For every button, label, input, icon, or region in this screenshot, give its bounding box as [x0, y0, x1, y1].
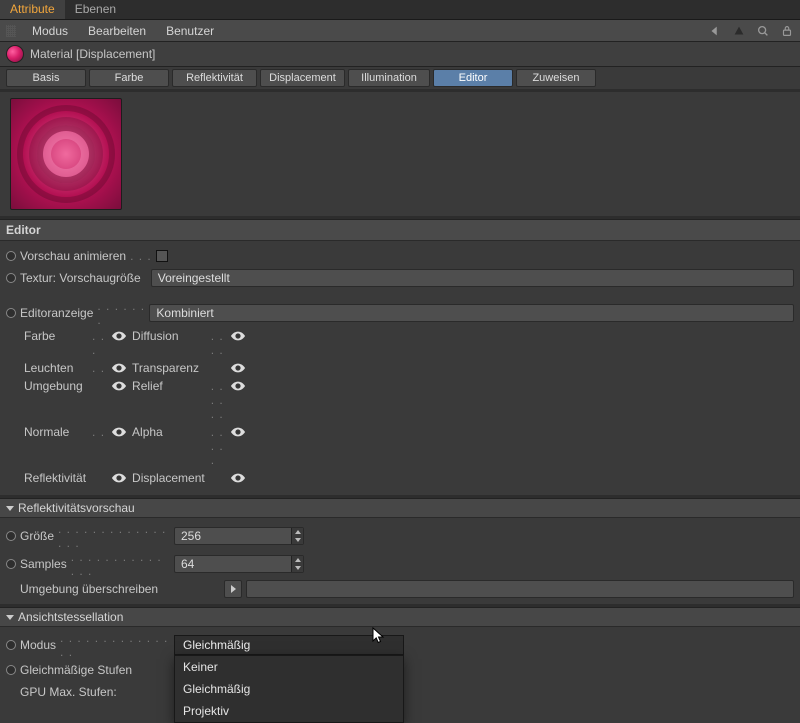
eye-icon[interactable] — [112, 425, 126, 439]
material-preview[interactable] — [10, 98, 122, 210]
animate-preview-checkbox[interactable] — [156, 250, 168, 262]
editor-section-header: Editor — [0, 219, 800, 241]
param-toggle[interactable] — [6, 251, 16, 261]
refl-size-field[interactable]: 256 — [174, 527, 304, 545]
eye-icon[interactable] — [231, 425, 245, 439]
tab-basis[interactable]: Basis — [6, 69, 86, 87]
nav-back-icon[interactable] — [708, 24, 722, 38]
tab-displacement[interactable]: Displacement — [260, 69, 345, 87]
menu-benutzer[interactable]: Benutzer — [156, 24, 224, 38]
env-override-field[interactable] — [246, 580, 794, 598]
top-tab-bar: Attribute Ebenen — [0, 0, 800, 20]
env-override-arrow-button[interactable] — [224, 580, 242, 598]
chan-leuchten: Leuchten — [24, 361, 86, 375]
param-toggle[interactable] — [6, 665, 16, 675]
refl-samples-label: Samples — [20, 557, 67, 571]
chan-alpha: Alpha — [132, 425, 205, 467]
editor-section: Editor Vorschau animieren . . . Textur: … — [0, 219, 800, 707]
tess-mode-label: Modus — [20, 638, 56, 652]
tess-mode-option-uniform[interactable]: Gleichmäßig — [175, 678, 403, 700]
disclosure-triangle-icon — [6, 615, 14, 620]
eye-icon[interactable] — [112, 361, 126, 375]
chan-transparenz: Transparenz — [132, 361, 205, 375]
disclosure-triangle-icon — [6, 506, 14, 511]
refl-size-label: Größe — [20, 529, 54, 543]
chan-relief: Relief — [132, 379, 205, 421]
tex-preview-size-field[interactable]: Voreingestellt — [151, 269, 794, 287]
nav-up-icon[interactable] — [732, 24, 746, 38]
param-toggle[interactable] — [6, 559, 16, 569]
tab-illumination[interactable]: Illumination — [348, 69, 430, 87]
tab-ebenen[interactable]: Ebenen — [65, 0, 126, 19]
tess-gpu-max-label: GPU Max. Stufen: — [20, 685, 117, 699]
tab-farbe[interactable]: Farbe — [89, 69, 169, 87]
menubar: Modus Bearbeiten Benutzer — [0, 20, 800, 42]
eye-icon[interactable] — [231, 361, 245, 375]
chan-normale: Normale — [24, 425, 86, 467]
chan-farbe: Farbe — [24, 329, 86, 357]
search-icon[interactable] — [756, 24, 770, 38]
eye-icon[interactable] — [112, 471, 126, 485]
tess-mode-dropdown[interactable]: Gleichmäßig Keiner Gleichmäßig Projektiv — [174, 635, 404, 655]
tab-editor[interactable]: Editor — [433, 69, 513, 87]
tess-uniform-steps-label: Gleichmäßige Stufen — [20, 663, 132, 677]
tab-reflektivitat[interactable]: Reflektivität — [172, 69, 257, 87]
tessellation-header[interactable]: Ansichtstessellation — [0, 607, 800, 627]
material-header: Material [Displacement] — [0, 42, 800, 67]
eye-icon[interactable] — [231, 379, 245, 393]
tess-mode-dropdown-list: Keiner Gleichmäßig Projektiv — [174, 655, 404, 723]
animate-preview-label: Vorschau animieren — [20, 249, 126, 263]
env-override-label: Umgebung überschreiben — [20, 582, 158, 596]
lock-icon[interactable] — [780, 24, 794, 38]
channel-grid: Farbe. . . Diffusion. . . . Leuchten. . … — [24, 329, 245, 485]
param-toggle[interactable] — [6, 640, 16, 650]
param-toggle[interactable] — [6, 273, 16, 283]
menu-modus[interactable]: Modus — [22, 24, 78, 38]
param-toggle[interactable] — [6, 308, 16, 318]
preview-area — [0, 92, 800, 219]
chan-diffusion: Diffusion — [132, 329, 205, 357]
material-sphere-icon — [6, 45, 24, 63]
refl-samples-field[interactable]: 64 — [174, 555, 304, 573]
material-tab-row: Basis Farbe Reflektivität Displacement I… — [0, 67, 800, 92]
param-toggle[interactable] — [6, 531, 16, 541]
tab-attribute[interactable]: Attribute — [0, 0, 65, 19]
refl-preview-header[interactable]: Reflektivitätsvorschau — [0, 498, 800, 518]
material-title: Material [Displacement] — [30, 47, 155, 61]
tex-preview-size-label: Textur: Vorschaugröße — [20, 271, 141, 285]
editor-display-label: Editoranzeige — [20, 306, 93, 320]
editor-display-field[interactable]: Kombiniert — [149, 304, 794, 322]
chan-displacement: Displacement — [132, 471, 205, 485]
chan-umgebung: Umgebung — [24, 379, 86, 421]
tess-mode-option-none[interactable]: Keiner — [175, 656, 403, 678]
eye-icon[interactable] — [112, 379, 126, 393]
eye-icon[interactable] — [112, 329, 126, 343]
eye-icon[interactable] — [231, 329, 245, 343]
chan-reflektivitat: Reflektivität — [24, 471, 86, 485]
menu-bearbeiten[interactable]: Bearbeiten — [78, 24, 156, 38]
eye-icon[interactable] — [231, 471, 245, 485]
grip-icon — [6, 25, 16, 37]
tab-zuweisen[interactable]: Zuweisen — [516, 69, 596, 87]
tess-mode-option-projective[interactable]: Projektiv — [175, 700, 403, 722]
